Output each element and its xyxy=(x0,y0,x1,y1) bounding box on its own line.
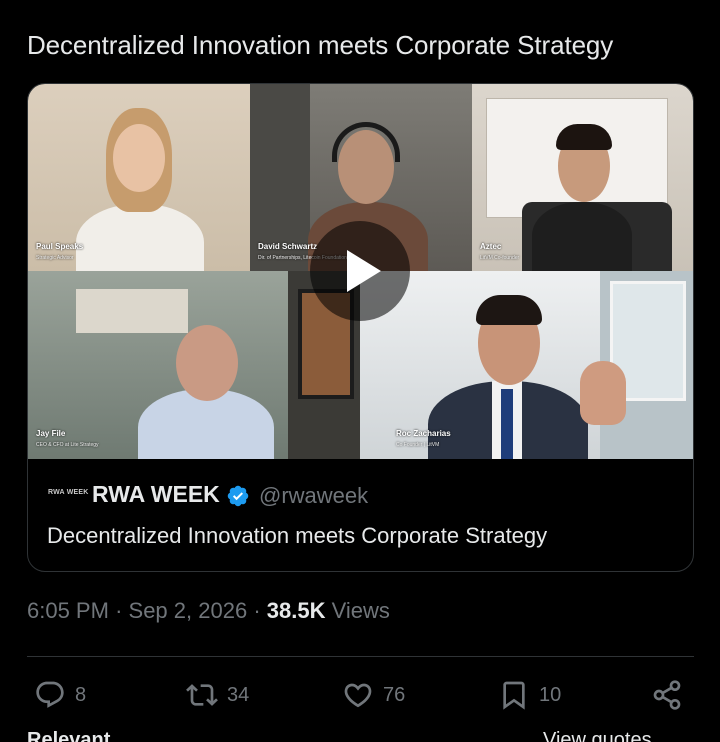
reply-count: 8 xyxy=(75,683,87,706)
like-count: 76 xyxy=(383,683,406,706)
reply-icon xyxy=(36,681,64,708)
video-tile-5: Roc Zacharias Co Founder | LitVM xyxy=(360,271,693,459)
bookmark-icon xyxy=(503,681,525,710)
participant-name: David Schwartz xyxy=(258,242,318,251)
participant-hair xyxy=(476,295,542,325)
retweet-count: 34 xyxy=(227,683,250,706)
view-quotes-link[interactable]: View quotes xyxy=(543,729,652,742)
participant-title: Strategic Advisor xyxy=(36,255,74,261)
rwa-week-logo: RWA WEEK xyxy=(48,489,89,496)
card-footer[interactable]: RWA WEEK RWA WEEK @rwaweek Decentralized… xyxy=(28,459,693,571)
meta-separator: · xyxy=(115,598,123,623)
tweet-meta: 6:05 PM · Sep 2, 2026 · 38.5K Views xyxy=(27,598,390,624)
participant-name: Jay File xyxy=(36,429,66,438)
participant-figure xyxy=(532,202,632,271)
participant-title: Co Founder | LitVM xyxy=(396,442,440,448)
retweet-icon xyxy=(186,684,218,706)
video-tile-3: Aztec LitVM Co-founder xyxy=(472,84,693,271)
participant-name: Roc Zacharias xyxy=(396,429,451,438)
participant-figure xyxy=(76,204,204,271)
video-player[interactable]: Paul Speaks Strategic Advisor David Schw… xyxy=(28,84,693,459)
headphones-icon xyxy=(332,122,400,162)
participant-hair xyxy=(556,124,612,150)
play-button[interactable] xyxy=(310,221,410,321)
reply-button[interactable]: 8 xyxy=(34,678,86,712)
video-tile-1: Paul Speaks Strategic Advisor xyxy=(28,84,250,271)
account-handle[interactable]: @rwaweek xyxy=(259,483,368,509)
views-count: 38.5K xyxy=(266,598,326,623)
participant-face xyxy=(176,325,238,401)
participant-name: Paul Speaks xyxy=(36,242,84,251)
replies-sort-relevant[interactable]: Relevant xyxy=(27,729,110,742)
video-tile-4: Jay File CEO & CFO at Lite Strategy xyxy=(28,271,360,459)
divider xyxy=(27,656,694,657)
link-card[interactable]: Paul Speaks Strategic Advisor David Schw… xyxy=(27,83,694,572)
tweet-date[interactable]: Sep 2, 2026 xyxy=(129,598,248,623)
participant-face xyxy=(113,124,165,192)
heart-icon xyxy=(344,683,372,708)
tweet-text: Decentralized Innovation meets Corporate… xyxy=(27,30,614,60)
card-description: Decentralized Innovation meets Corporate… xyxy=(47,523,548,548)
participant-name: Aztec xyxy=(480,242,502,251)
views-label: Views xyxy=(331,598,390,623)
share-button[interactable] xyxy=(651,678,683,712)
participant-title: CEO & CFO at Lite Strategy xyxy=(36,442,99,448)
tweet-time[interactable]: 6:05 PM xyxy=(27,598,109,623)
participant-title: LitVM Co-founder xyxy=(480,255,520,261)
meta-separator: · xyxy=(253,598,261,623)
verified-badge-icon xyxy=(227,485,249,507)
retweet-button[interactable]: 34 xyxy=(186,678,249,712)
bookmark-button[interactable]: 10 xyxy=(498,678,561,712)
like-button[interactable]: 76 xyxy=(342,678,405,712)
account-name[interactable]: RWA WEEK xyxy=(92,481,220,508)
play-icon xyxy=(347,250,381,292)
waving-hand xyxy=(580,361,626,425)
share-icon xyxy=(653,680,681,710)
bookmark-count: 10 xyxy=(539,683,562,706)
